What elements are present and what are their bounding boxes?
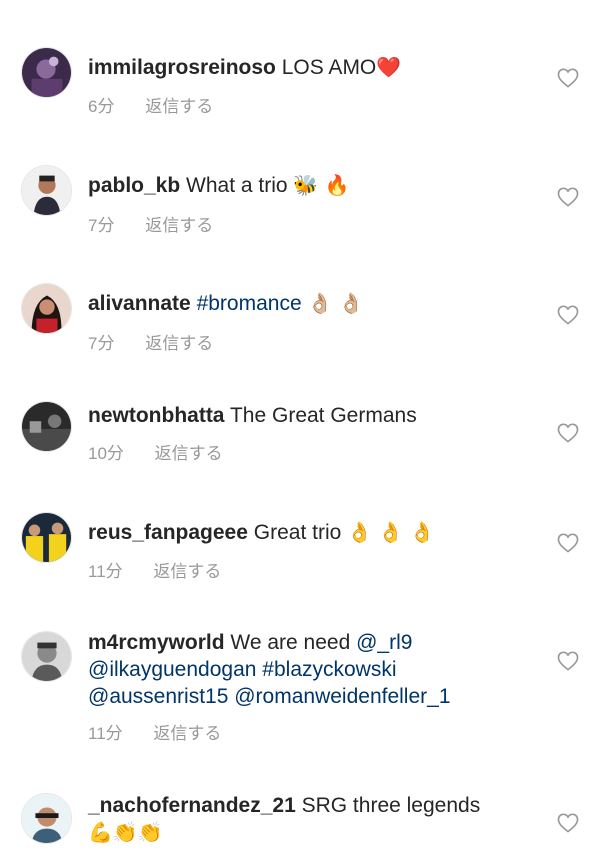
heart-outline-icon[interactable]: [557, 68, 579, 88]
heart-outline-icon[interactable]: [557, 305, 579, 325]
comment-username[interactable]: _nachofernandez_21: [88, 794, 296, 817]
avatar[interactable]: [21, 47, 72, 98]
comment-text: We are need: [230, 631, 351, 654]
comment-mention[interactable]: @_rl9: [356, 631, 412, 654]
comment-username[interactable]: immilagrosreinoso: [88, 56, 276, 79]
comment-meta: 6分 返信する: [88, 97, 213, 117]
comment-username[interactable]: pablo_kb: [88, 174, 180, 197]
reply-button[interactable]: 返信する: [145, 97, 213, 117]
comment-meta: 7分 返信する: [88, 216, 213, 236]
reply-button[interactable]: 返信する: [145, 334, 213, 354]
comment-username[interactable]: newtonbhatta: [88, 404, 225, 427]
avatar[interactable]: [21, 631, 72, 682]
comment-text: The Great Germans: [229, 404, 417, 427]
heart-outline-icon[interactable]: [557, 533, 579, 553]
avatar[interactable]: [21, 512, 72, 563]
comment-body: immilagrosreinoso LOS AMO❤️: [88, 54, 528, 81]
avatar[interactable]: [21, 283, 72, 334]
heart-outline-icon[interactable]: [557, 423, 579, 443]
comment-username[interactable]: alivannate: [88, 292, 191, 315]
comment-mention[interactable]: @aussenrist15: [88, 685, 228, 708]
avatar[interactable]: [21, 401, 72, 452]
comment-body: _nachofernandez_21 SRG three legends 💪👏👏: [88, 792, 528, 846]
heart-outline-icon[interactable]: [557, 187, 579, 207]
comment-text: LOS AMO: [281, 56, 377, 79]
comment-meta: 7分 返信する: [88, 334, 213, 354]
comment-emoji: 💪👏👏: [88, 820, 163, 844]
heart-outline-icon[interactable]: [557, 813, 579, 833]
avatar[interactable]: [21, 165, 72, 216]
reply-button[interactable]: 返信する: [145, 216, 213, 236]
reply-button[interactable]: 返信する: [155, 444, 223, 464]
reply-button[interactable]: 返信する: [153, 562, 221, 582]
comment-mention[interactable]: @romanweidenfeller_1: [234, 685, 450, 708]
comment-meta: 11分 返信する: [88, 724, 221, 744]
comment-hashtag[interactable]: #blazyckowski: [262, 658, 396, 681]
comment-meta: 10分 返信する: [88, 444, 223, 464]
comment-time: 7分: [88, 334, 115, 353]
comment-body: m4rcmyworld We are need @_rl9 @ilkayguen…: [88, 629, 528, 710]
reply-button[interactable]: 返信する: [153, 724, 221, 744]
comment-username[interactable]: reus_fanpageee: [88, 521, 248, 544]
comment-meta: 11分 返信する: [88, 562, 221, 582]
comment-time: 10分: [88, 444, 124, 463]
comment-body: reus_fanpageee Great trio 👌 👌 👌: [88, 519, 528, 546]
heart-outline-icon[interactable]: [557, 651, 579, 671]
comment-body: pablo_kb What a trio 🐝 🔥: [88, 172, 528, 199]
comment-time: 7分: [88, 216, 115, 235]
comment-emoji: ❤️: [376, 55, 402, 79]
comment-body: alivannate #bromance 👌🏼 👌🏼: [88, 290, 528, 317]
comment-username[interactable]: m4rcmyworld: [88, 631, 225, 654]
comment-hashtag[interactable]: #bromance: [197, 292, 302, 315]
avatar[interactable]: [21, 793, 72, 844]
comment-time: 11分: [88, 724, 123, 743]
comment-text: Great trio: [253, 521, 342, 544]
comment-body: newtonbhatta The Great Germans: [88, 402, 528, 429]
comment-emoji: 👌 👌 👌: [347, 520, 435, 544]
comment-emoji: 🐝 🔥: [293, 173, 350, 197]
comment-time: 11分: [88, 562, 123, 581]
comment-text: What a trio: [186, 174, 288, 197]
comment-text: SRG three legends: [301, 794, 481, 817]
comment-mention[interactable]: @ilkayguendogan: [88, 658, 256, 681]
comment-emoji: 👌🏼 👌🏼: [307, 291, 364, 315]
comment-time: 6分: [88, 97, 115, 116]
